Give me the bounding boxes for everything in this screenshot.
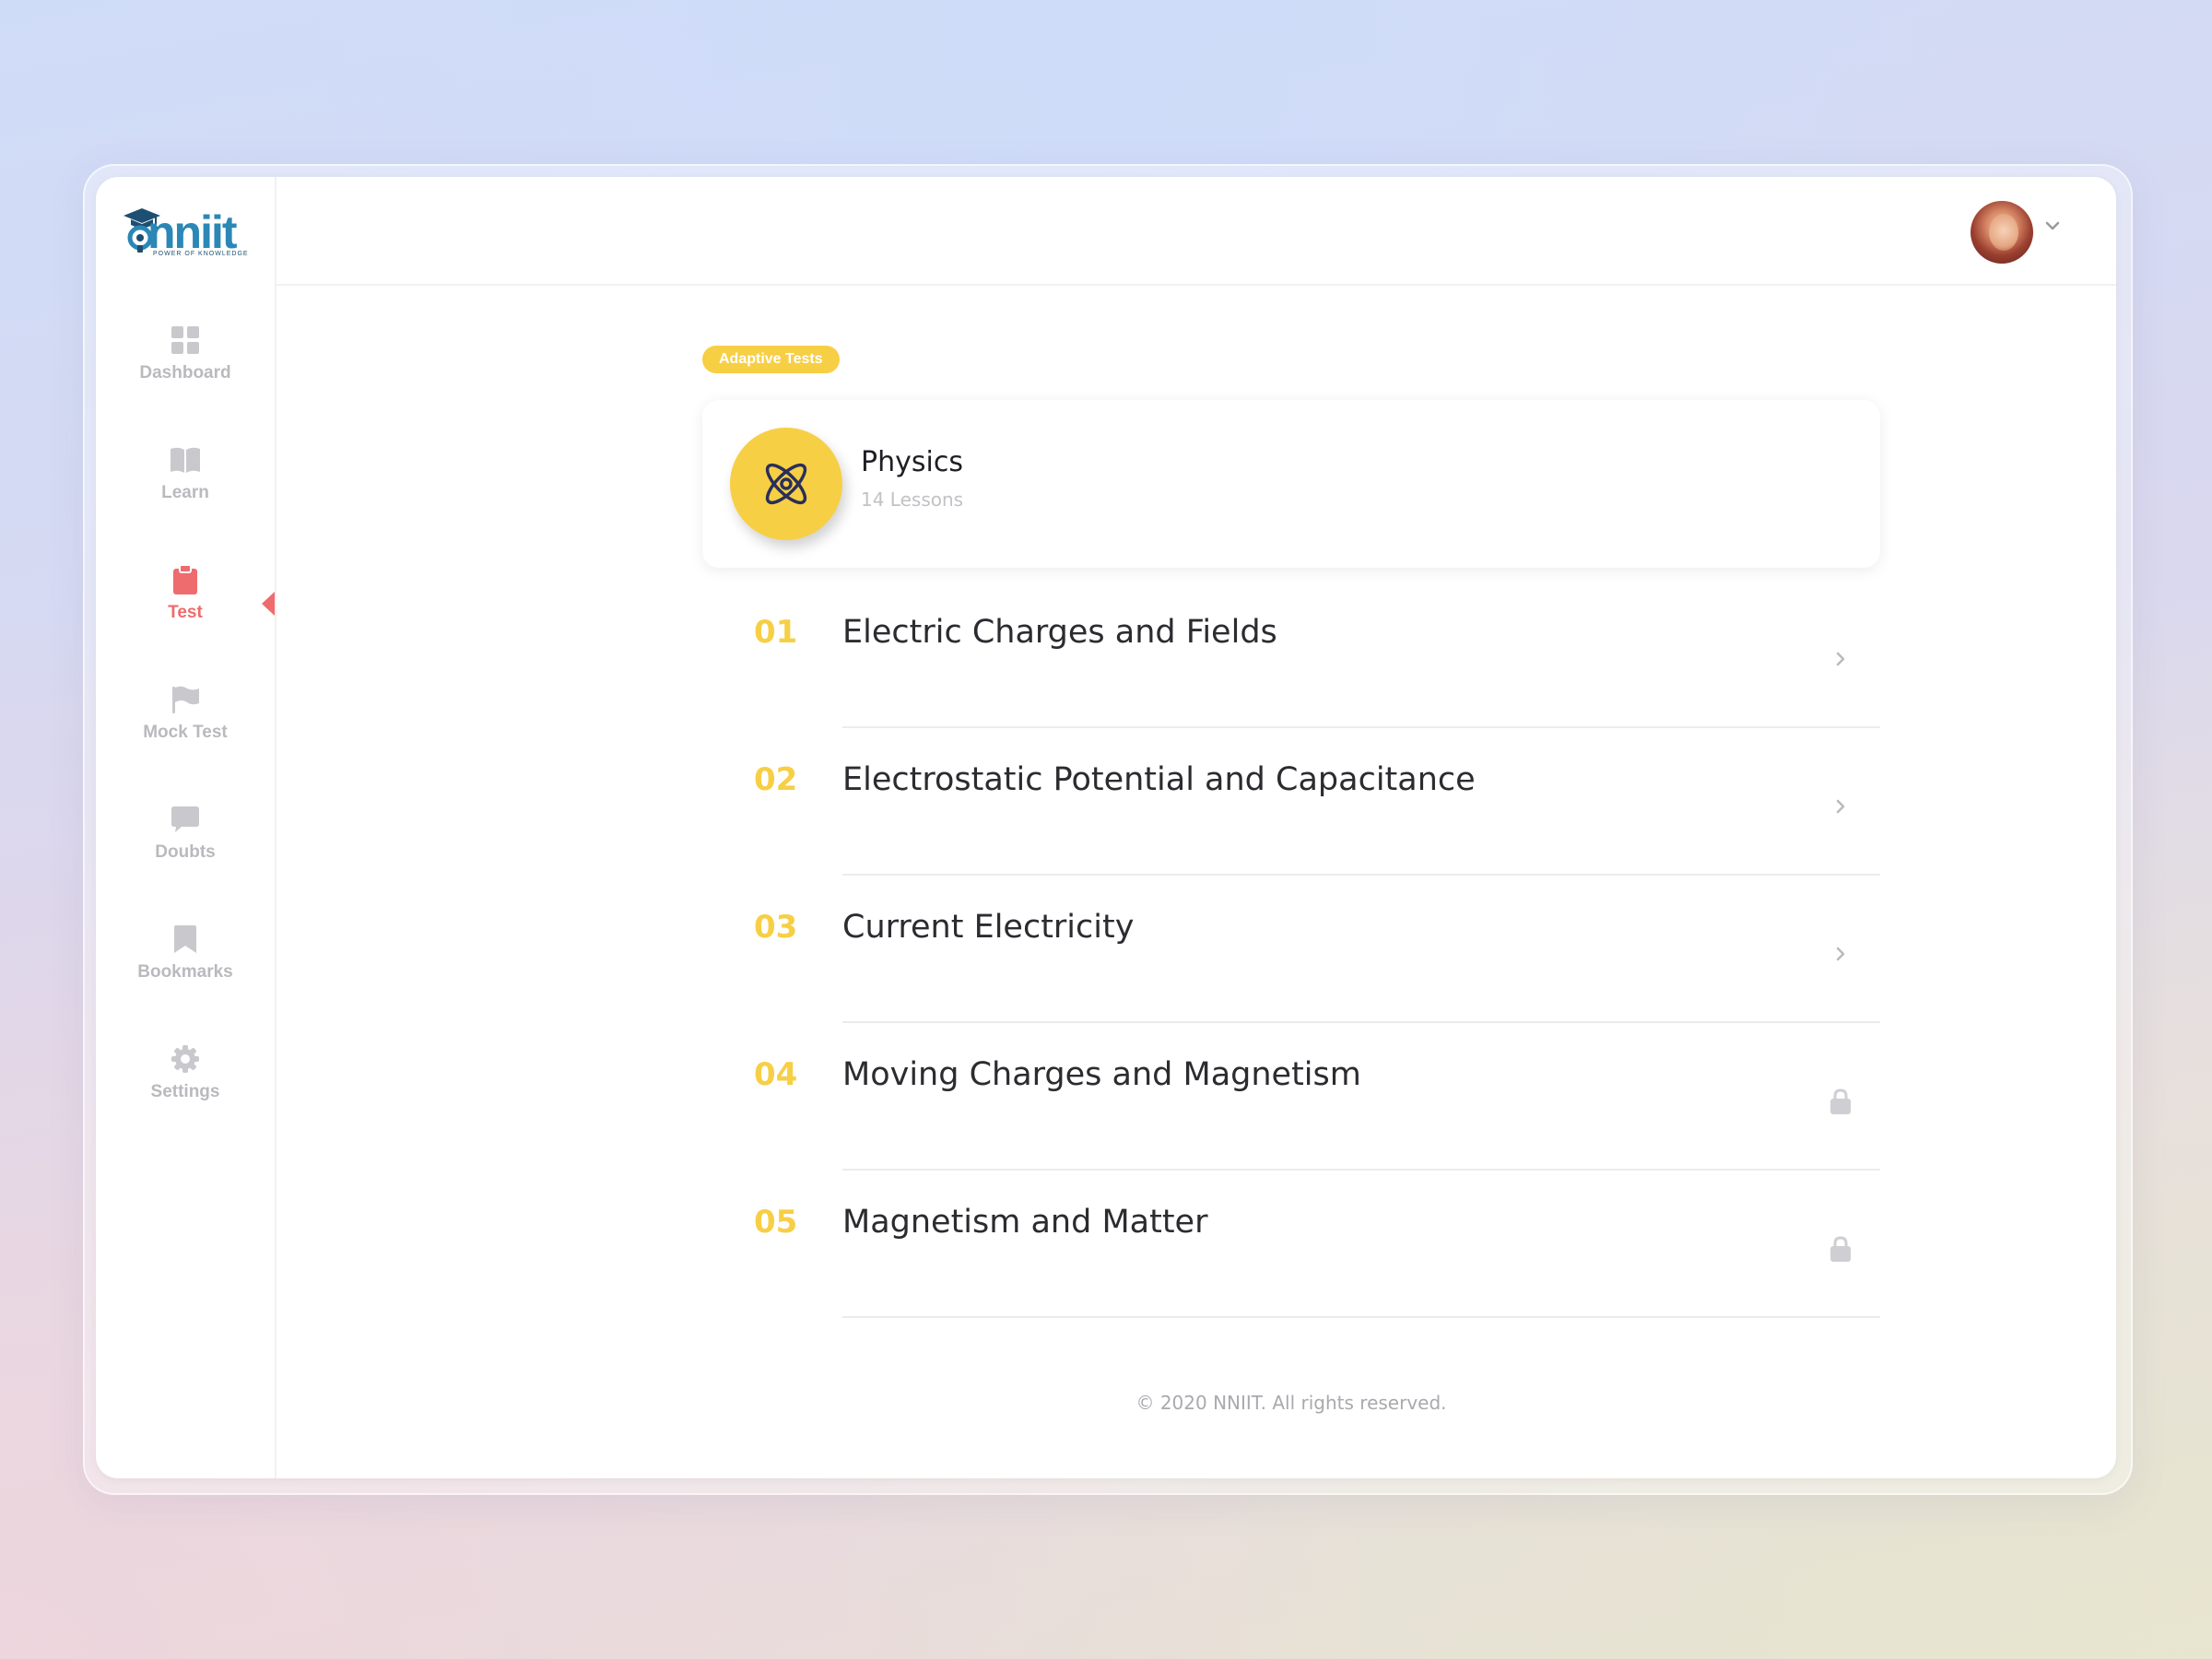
brand-logo[interactable]: nniit POWER OF KNOWLEDGE [122,205,251,262]
lock-icon [1825,1233,1856,1265]
chevron-right-icon[interactable] [1825,938,1856,970]
sidebar-item-label: Bookmarks [137,962,233,982]
category-badge: Adaptive Tests [702,346,840,373]
sidebar-item-mock-test[interactable]: Mock Test [96,684,275,804]
copyright-footer: © 2020 NNIIT. All rights reserved. [1135,1392,1447,1414]
sidebar-item-label: Doubts [155,842,216,862]
chapter-row[interactable]: 04 Moving Charges and Magnetism [702,1023,1880,1171]
book-icon [170,444,201,476]
lock-icon [1825,1086,1856,1117]
bookmark-icon [170,924,201,955]
app-window: nniit POWER OF KNOWLEDGE Dashboard Learn… [96,177,2116,1478]
sidebar-item-settings[interactable]: Settings [96,1043,275,1163]
chapter-number: 04 [754,1056,798,1093]
divider [842,1316,1880,1318]
chapter-title: Moving Charges and Magnetism [842,1056,1361,1093]
dashboard-icon [170,324,201,356]
active-indicator [262,592,275,616]
sidebar: nniit POWER OF KNOWLEDGE Dashboard Learn… [96,177,276,1478]
main-content: Adaptive Tests Physics 14 Lessons 01 Ele… [276,286,2116,1478]
chapter-title: Electric Charges and Fields [842,614,1277,651]
chapter-number: 05 [754,1204,798,1241]
logo-tagline: POWER OF KNOWLEDGE [153,251,249,257]
avatar-face [1989,214,2018,251]
lesson-count: 14 Lessons [861,488,964,511]
sidebar-item-dashboard[interactable]: Dashboard [96,324,275,444]
chapter-list: 01 Electric Charges and Fields 02 Electr… [702,581,1880,1318]
sidebar-item-label: Test [168,603,203,622]
chapter-row[interactable]: 02 Electrostatic Potential and Capacitan… [702,728,1880,876]
chevron-down-icon[interactable] [2042,216,2063,236]
sidebar-item-label: Dashboard [139,363,231,382]
sidebar-item-learn[interactable]: Learn [96,444,275,564]
top-header [276,177,2116,286]
sidebar-item-label: Learn [161,483,209,502]
chapter-number: 01 [754,614,798,651]
gear-icon [170,1043,201,1075]
sidebar-item-label: Settings [150,1082,220,1101]
chapter-row[interactable]: 01 Electric Charges and Fields [702,581,1880,728]
chapter-row[interactable]: 05 Magnetism and Matter [702,1171,1880,1318]
chevron-right-icon[interactable] [1825,791,1856,822]
clipboard-icon [170,564,201,595]
sidebar-item-test[interactable]: Test [96,564,275,684]
subject-name: Physics [861,446,963,478]
chat-bubble-icon [170,804,201,835]
sidebar-item-label: Mock Test [143,723,228,742]
chapter-number: 02 [754,761,798,798]
sidebar-item-doubts[interactable]: Doubts [96,804,275,924]
sidebar-item-bookmarks[interactable]: Bookmarks [96,924,275,1043]
sidebar-nav: Dashboard Learn Test Mock Test Doubts Bo… [96,324,275,1163]
chapter-title: Electrostatic Potential and Capacitance [842,761,1476,798]
chapter-title: Current Electricity [842,909,1135,946]
subject-card[interactable]: Physics 14 Lessons [702,400,1880,568]
atom-icon [730,428,842,540]
chapter-title: Magnetism and Matter [842,1204,1208,1241]
flag-icon [170,684,201,715]
chevron-right-icon[interactable] [1825,643,1856,675]
user-avatar[interactable] [1971,201,2033,264]
chapter-row[interactable]: 03 Current Electricity [702,876,1880,1023]
chapter-number: 03 [754,909,798,946]
